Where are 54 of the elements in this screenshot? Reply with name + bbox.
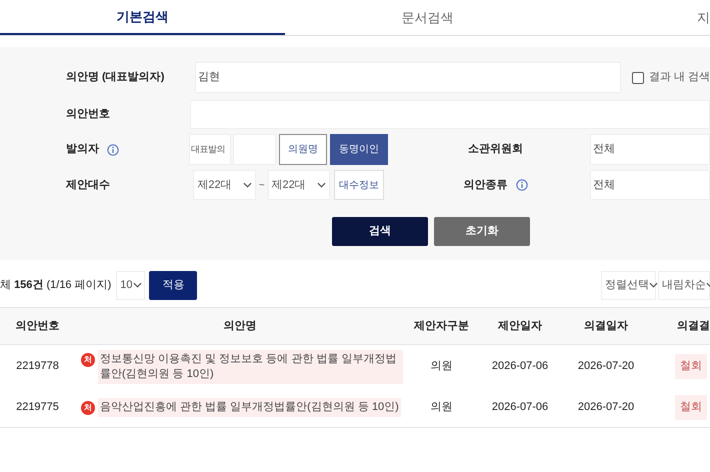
table-cell-text: 2219775 (15, 400, 60, 416)
table-cell-text: 2219778 (15, 359, 60, 374)
chevron-down-icon (242, 182, 252, 188)
column-header: 의결결 (676, 318, 710, 334)
info-button[interactable]: 대수정보 (334, 170, 384, 200)
table-cell-text: 2026-07-20 (576, 359, 636, 374)
chevron-down-icon (649, 282, 658, 288)
tab[interactable]: 기본검색 (0, 0, 285, 35)
select-dropdown[interactable]: 대표발의 (189, 134, 231, 165)
bill-title-link[interactable]: 음악산업진흥에 관한 법률 일부개정법률안(김현의원 등 10인) (98, 398, 401, 417)
tab[interactable]: 문서검색 (285, 0, 570, 35)
result-tag: 철회 (675, 354, 707, 379)
tab[interactable]: 지 (697, 0, 710, 35)
column-header: 제안일자 (497, 318, 543, 334)
result-count: 체 156건 (1/16 페이지) (0, 278, 112, 293)
reset-button[interactable]: 초기화 (434, 217, 530, 246)
table-cell-text: 의원 (430, 400, 454, 416)
chevron-down-icon (132, 282, 142, 288)
table-cell-text: 2026-07-06 (490, 400, 550, 416)
select-dropdown[interactable]: 내림차순 (658, 270, 710, 300)
table-cell-text: 2026-07-20 (576, 400, 636, 416)
field-label: 제안대수 (66, 178, 111, 193)
select-dropdown[interactable]: 전체 (590, 134, 710, 165)
select-dropdown[interactable]: 10 (116, 270, 146, 300)
checkbox-label: 결과 내 검색 (648, 70, 710, 86)
column-header: 의안번호 (14, 318, 60, 334)
input-field[interactable]: 김현 (195, 62, 622, 93)
column-header: 의안명 (222, 318, 258, 334)
select-dropdown[interactable]: 정렬선택 (601, 270, 656, 300)
apply-button[interactable]: 적용 (149, 270, 198, 300)
select-dropdown[interactable]: 전체 (590, 170, 710, 200)
column-header: 제안자구분 (413, 318, 470, 334)
toggle-button[interactable]: 동명이인 (330, 134, 388, 165)
field-label: 의안명 (대표발의자) (66, 70, 166, 86)
status-badge: 처 (81, 401, 95, 415)
column-header: 의결일자 (583, 318, 629, 334)
range-separator: ~ (258, 178, 266, 192)
result-tag: 철회 (675, 395, 707, 420)
search-button[interactable]: 검색 (332, 217, 428, 246)
field-label: 소관위원회 (468, 142, 524, 158)
chevron-down-icon (316, 182, 326, 188)
info-icon[interactable] (107, 144, 119, 156)
table-cell-text: 의원 (430, 359, 454, 374)
info-icon[interactable] (516, 179, 528, 191)
bill-title-link[interactable]: 정보통신망 이용촉진 및 정보보호 등에 관한 법률 일부개정법률안(김현의원 등 10인) (98, 350, 403, 384)
select-dropdown[interactable]: 제22대 (193, 170, 256, 200)
status-badge: 처 (81, 352, 95, 366)
checkbox[interactable] (632, 72, 644, 84)
toggle-button[interactable]: 의원명 (278, 134, 327, 165)
field-label: 의안번호 (66, 107, 111, 122)
table-cell-text: 2026-07-06 (490, 359, 550, 374)
field-label: 발의자 (66, 142, 99, 158)
select-dropdown[interactable]: 제22대 (268, 170, 330, 200)
field-label: 의안종류 (464, 178, 508, 193)
